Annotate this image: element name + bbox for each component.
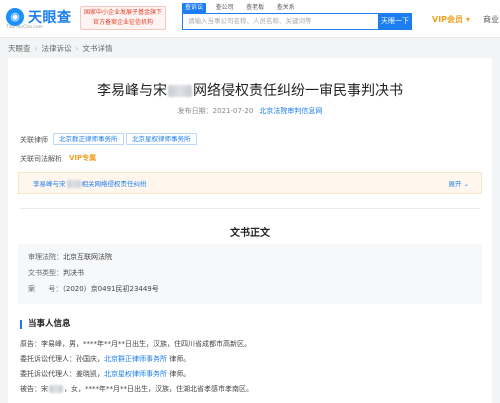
defendant-suffix: ，女，****年**月**日出生，汉族，住湖北省孝感市孝南区。 (64, 385, 253, 393)
divider (20, 208, 480, 209)
expand-label: 展开 (448, 180, 462, 188)
case-number-value: （2020）京0491民初23449号 (62, 285, 159, 293)
doc-type-line: 文书类型：判决书 (28, 268, 84, 278)
source-link[interactable]: 北京法院审判信息网 (259, 107, 322, 115)
defendant-prefix: 被告：宋 (20, 385, 48, 393)
related-link-suffix: 相关网络侵权责任纠纷 (81, 180, 147, 188)
official-banner[interactable]: 国家中小企业发展子基金旗下 官方备案企业征信机构 (80, 6, 166, 30)
agent2-suffix: 律师。 (167, 370, 191, 378)
tab-search-boss[interactable]: 查老板 (243, 3, 267, 13)
redacted-name (168, 85, 192, 97)
vip-exclusive-badge: VIP专属 (69, 154, 97, 162)
plaintiff-line: 原告：李易峰，男，****年**月**日出生，汉族，住四川省成都市高新区。 (20, 340, 251, 348)
title-suffix: 网络侵权责任纠纷一审民事判决书 (193, 83, 403, 99)
related-analysis-label: 关联司法解析 (20, 155, 62, 163)
court-key: 审理法院： (28, 253, 63, 261)
doc-type-value: 判决书 (63, 269, 84, 277)
title-prefix: 李易峰与宋 (97, 83, 167, 99)
section-title-body: 文书正文 (230, 228, 270, 239)
logo-subtitle: TianYanCha.com (6, 25, 44, 30)
agent-line-1: 委托诉讼代理人：孙国庆，北京群正律师事务所 律师。 (20, 354, 190, 364)
court-line: 审理法院：北京互联网法院 (28, 252, 112, 262)
publish-meta: 发布日期：2021-07-20 北京法院审判信息网 (8, 106, 492, 116)
chevron-down-icon: ⌄ (463, 180, 469, 188)
vip-member-link[interactable]: VIP会员 ▾ (432, 14, 470, 25)
lawfirm-chip-1[interactable]: 北京群正律师事务所 (53, 133, 124, 145)
court-value: 北京互联网法院 (63, 253, 112, 261)
redacted-name (49, 385, 63, 393)
breadcrumb-current: 文书详情 (82, 44, 113, 53)
chevron-down-icon: ▾ (465, 15, 470, 24)
publish-date: 2021-07-20 (212, 107, 254, 115)
publish-label: 发布日期： (177, 107, 213, 115)
breadcrumb-home[interactable]: 天眼查 (8, 44, 31, 53)
doc-type-key: 文书类型： (28, 269, 63, 277)
top-header: ◉ 天眼查 TianYanCha.com 国家中小企业发展子基金旗下 官方备案企… (0, 0, 500, 38)
agent2-prefix: 委托诉讼代理人：姜晓凯， (20, 370, 104, 378)
search-button[interactable]: 天眼一下 (378, 13, 412, 30)
breadcrumb: 天眼查 › 法律诉讼 › 文书详情 (8, 43, 113, 54)
document-card: 李易峰与宋 网络侵权责任纠纷一审民事判决书 发布日期：2021-07-20 北京法院… (8, 58, 492, 403)
site-logo[interactable]: ◉ 天眼查 TianYanCha.com (6, 6, 78, 32)
search-tabs: 查诉讼 查公司 查老板 查关系 (182, 2, 302, 13)
section-title-parties: 当事人信息 (20, 320, 71, 329)
tab-search-company[interactable]: 查公司 (213, 3, 237, 13)
breadcrumb-litigation[interactable]: 法律诉讼 (42, 44, 72, 53)
vip-member-label: VIP会员 (432, 15, 464, 24)
related-analysis-link[interactable]: 李易峰与宋 相关网络侵权责任纠纷 (33, 178, 147, 188)
lawfirm-chip-2[interactable]: 北京星权律师事务所 (126, 133, 197, 145)
page-title: 李易峰与宋 网络侵权责任纠纷一审民事判决书 (8, 80, 492, 100)
agent2-firm-link[interactable]: 北京星权律师事务所 (104, 370, 167, 378)
case-info-box: 审理法院：北京互联网法院 文书类型：判决书 案 号：（2020）京0491民初2… (18, 244, 482, 304)
agent-line-2: 委托诉讼代理人：姜晓凯，北京星权律师事务所 律师。 (20, 369, 190, 379)
search-input[interactable]: 请输入当事公司名称、人员名称、关键词等 (182, 13, 378, 30)
defendant-line: 被告：宋 ，女，****年**月**日出生，汉族，住湖北省孝感市孝南区。 (20, 384, 253, 394)
expand-button[interactable]: 展开 ⌄ (448, 178, 469, 188)
agent1-prefix: 委托诉讼代理人：孙国庆， (20, 355, 104, 363)
related-analysis-box: 李易峰与宋 相关网络侵权责任纠纷 展开 ⌄ (18, 172, 482, 194)
agent1-suffix: 律师。 (167, 355, 191, 363)
case-number-line: 案 号：（2020）京0491民初23449号 (28, 284, 159, 294)
breadcrumb-separator: › (34, 44, 38, 53)
logo-text: 天眼查 (28, 10, 72, 26)
related-link-prefix: 李易峰与宋 (33, 180, 66, 188)
agent1-firm-link[interactable]: 北京群正律师事务所 (104, 355, 167, 363)
related-lawyers-label: 关联律师 (20, 136, 48, 144)
business-link[interactable]: 商业 (483, 14, 499, 25)
banner-line-1: 国家中小企业发展子基金旗下 (83, 9, 162, 16)
banner-line-2: 官方备案企业征信机构 (92, 19, 153, 26)
tab-search-relation[interactable]: 查关系 (274, 3, 298, 13)
breadcrumb-separator: › (75, 44, 79, 53)
tab-search-litigation[interactable]: 查诉讼 (182, 3, 207, 13)
case-number-key: 案 号： (28, 285, 63, 293)
logo-eye-icon: ◉ (6, 8, 24, 26)
redacted-name (66, 180, 81, 188)
